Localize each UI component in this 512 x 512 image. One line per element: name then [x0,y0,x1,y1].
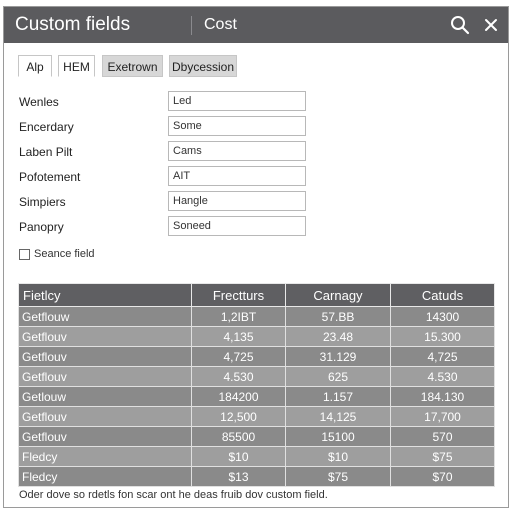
table-cell: 17,700 [390,406,495,427]
table-cell: Getlouw [18,386,192,407]
table-cell: 184200 [191,386,286,407]
custom-fields-dialog: Custom fields Cost Alp HEM Exetrown Dbyc… [3,6,509,508]
title-bar: Custom fields Cost [4,7,508,43]
column-header[interactable]: Catuds [390,283,495,307]
seance-field-checkbox[interactable] [19,249,30,260]
table-cell: 184.130 [390,386,495,407]
field-input-simpiers[interactable]: Hangle [168,191,306,211]
table-row[interactable]: Getflouw 1,2IBT 57.BB 14300 [18,306,495,327]
seance-field-label: Seance field [34,248,95,260]
table-row[interactable]: Getflouv 4.530 625 4.530 [18,366,495,387]
field-input-encerdary[interactable]: Some [168,116,306,136]
table-cell: 625 [285,366,391,387]
table-cell: 23.48 [285,326,391,347]
table-cell: 85500 [191,426,286,447]
table-cell: Getflouv [18,406,192,427]
footer-hint: Oder dove so rdetls fon scar ont he deas… [19,489,328,501]
table-row[interactable]: Getlouw 184200 1.157 184.130 [18,386,495,407]
table-cell: $13 [191,466,286,487]
table-cell: 14,125 [285,406,391,427]
table-row[interactable]: Getflouv 4,135 23.48 15.300 [18,326,495,347]
table-cell: 15100 [285,426,391,447]
table-cell: 57.BB [285,306,391,327]
column-header[interactable]: Carnagy [285,283,391,307]
table-cell: 4,725 [390,346,495,367]
tab-hem[interactable]: HEM [58,55,95,77]
close-icon[interactable] [480,14,502,36]
table-cell: $10 [285,446,391,467]
column-header[interactable]: Fietlcy [18,283,192,307]
dialog-subtitle: Cost [204,16,237,33]
table-cell: 4,725 [191,346,286,367]
field-input-pofotement[interactable]: AIT [168,166,306,186]
table-cell: 1.157 [285,386,391,407]
field-label-panopry: Panopry [19,220,64,234]
field-label-simpiers: Simpiers [19,195,66,209]
table-cell: 1,2IBT [191,306,286,327]
table-row[interactable]: Getflouv 85500 15100 570 [18,426,495,447]
table-cell: Fledcy [18,446,192,467]
title-separator [191,16,192,35]
table-row[interactable]: Getflouv 4,725 31.129 4,725 [18,346,495,367]
table-cell: Getflouv [18,346,192,367]
table-cell: Getflouv [18,366,192,387]
field-label-wenles: Wenles [19,95,59,109]
column-header[interactable]: Frectturs [191,283,286,307]
search-icon[interactable] [449,14,471,36]
table-cell: 14300 [390,306,495,327]
table-cell: $75 [390,446,495,467]
table-cell: $10 [191,446,286,467]
table-cell: Fledcy [18,466,192,487]
field-input-panopry[interactable]: Soneed [168,216,306,236]
tab-exetrown[interactable]: Exetrown [102,55,163,77]
table-row[interactable]: Fledcy $10 $10 $75 [18,446,495,467]
field-input-wenles[interactable]: Led [168,91,306,111]
table-cell: $75 [285,466,391,487]
table-cell: Getflouv [18,326,192,347]
table-cell: 4.530 [191,366,286,387]
table-cell: 4.530 [390,366,495,387]
field-label-pofotement: Pofotement [19,170,81,184]
table-cell: Getflouv [18,426,192,447]
table-row[interactable]: Getflouv 12,500 14,125 17,700 [18,406,495,427]
table-cell: 31.129 [285,346,391,367]
field-label-laben-pilt: Laben Pilt [19,145,73,159]
dialog-title: Custom fields [15,14,131,35]
table-cell: Getflouw [18,306,192,327]
tab-alp[interactable]: Alp [18,55,52,77]
table-cell: 12,500 [191,406,286,427]
fields-table: Fietlcy Frectturs Carnagy Catuds Getflou… [18,283,495,487]
tab-dbycession[interactable]: Dbycession [169,55,237,77]
table-row[interactable]: Fledcy $13 $75 $70 [18,466,495,487]
table-cell: 15.300 [390,326,495,347]
table-cell: 4,135 [191,326,286,347]
field-input-laben-pilt[interactable]: Cams [168,141,306,161]
table-cell: $70 [390,466,495,487]
field-label-encerdary: Encerdary [19,120,74,134]
table-header-row: Fietlcy Frectturs Carnagy Catuds [18,283,495,307]
table-cell: 570 [390,426,495,447]
